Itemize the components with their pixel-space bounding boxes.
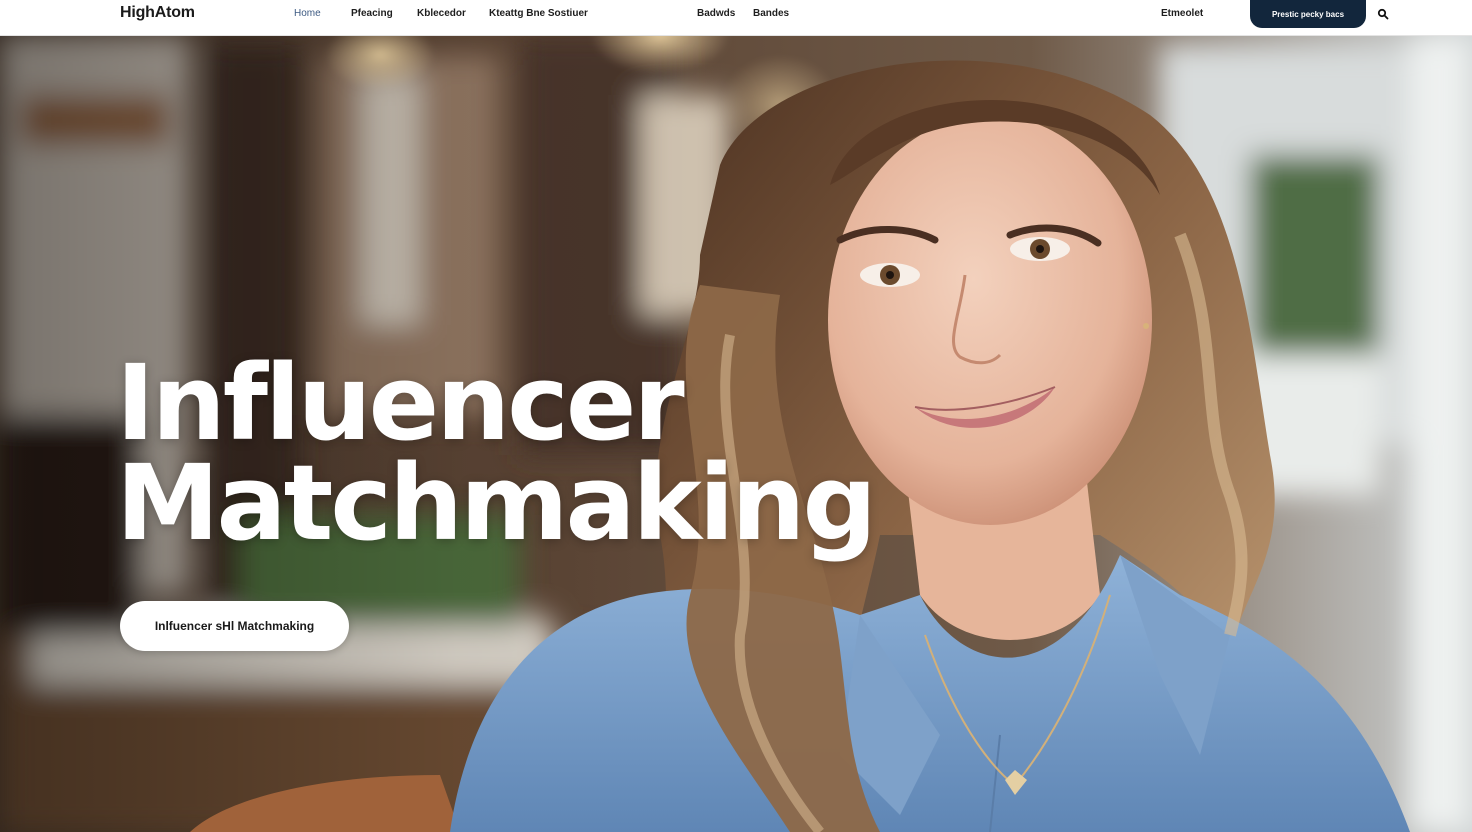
nav-link-pricing[interactable]: Pfeacing: [351, 8, 393, 19]
nav-link-blog[interactable]: Kblecedor: [417, 8, 466, 19]
hero-section: Influencer Matchmaking Inlfuencer sHl Ma…: [0, 35, 1472, 832]
nav-link-home[interactable]: Home: [294, 8, 321, 19]
hero-title-line-1: Influencer: [116, 342, 685, 464]
hero-pill-button[interactable]: Inlfuencer sHl Matchmaking: [120, 601, 349, 651]
top-navigation-bar: HighAtom Home Pfeacing Kblecedor Kteattg…: [0, 0, 1472, 36]
cta-button[interactable]: Prestic pecky bacs: [1250, 0, 1366, 28]
nav-link-creators[interactable]: Kteattg Bne Sostiuer: [489, 8, 588, 19]
nav-link-contact[interactable]: Etmeolet: [1161, 8, 1203, 19]
hero-title-line-2: Matchmaking: [116, 442, 877, 564]
nav-link-brands[interactable]: Badwds: [697, 8, 735, 19]
hero-title: Influencer Matchmaking: [116, 342, 877, 564]
brand-logo[interactable]: HighAtom: [120, 4, 195, 22]
search-icon[interactable]: [1377, 8, 1389, 20]
nav-link-bundles[interactable]: Bandes: [753, 8, 789, 19]
